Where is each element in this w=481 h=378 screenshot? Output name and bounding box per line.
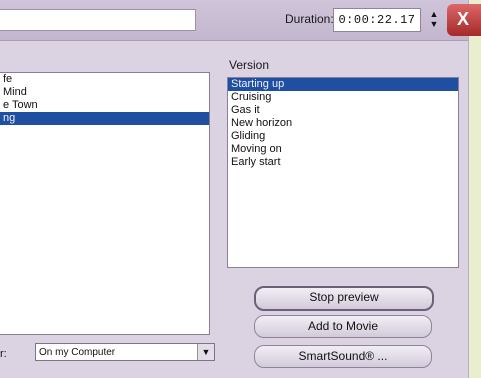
- source-select[interactable]: On my Computer ▼: [35, 343, 215, 361]
- version-list-item[interactable]: Gas it: [228, 104, 458, 117]
- smartsound-dialog: Duration: 0:00:22.17 ▲ ▼ fe Mind e Town ng…: [0, 0, 469, 378]
- spinner-down-icon[interactable]: ▼: [427, 19, 441, 29]
- music-list[interactable]: fe Mind e Town ng: [0, 72, 210, 335]
- duration-field[interactable]: 0:00:22.17: [333, 8, 421, 32]
- top-bar: Duration: 0:00:22.17 ▲ ▼: [0, 0, 468, 41]
- version-list-item[interactable]: New horizon: [228, 117, 458, 130]
- version-list-item[interactable]: Starting up: [228, 78, 458, 91]
- chevron-down-icon[interactable]: ▼: [197, 344, 214, 360]
- spinner-up-icon[interactable]: ▲: [427, 9, 441, 19]
- close-button[interactable]: X: [447, 4, 481, 36]
- version-list-item[interactable]: Early start: [228, 156, 458, 169]
- music-list-item[interactable]: e Town: [0, 99, 209, 112]
- music-list-item[interactable]: fe: [0, 73, 209, 86]
- music-list-item[interactable]: ng: [0, 112, 209, 125]
- version-list[interactable]: Starting up Cruising Gas it New horizon Glid…: [227, 77, 459, 268]
- version-label: Version: [229, 58, 270, 72]
- stop-preview-button[interactable]: Stop preview: [254, 286, 434, 311]
- version-list-item[interactable]: Moving on: [228, 143, 458, 156]
- version-list-item[interactable]: Gliding: [228, 130, 458, 143]
- music-list-item[interactable]: Mind: [0, 86, 209, 99]
- source-label: r:: [0, 348, 7, 360]
- add-to-movie-button[interactable]: Add to Movie: [254, 315, 432, 338]
- title-input[interactable]: [0, 9, 196, 31]
- version-list-item[interactable]: Cruising: [228, 91, 458, 104]
- duration-label: Duration:: [285, 12, 334, 26]
- smartsound-button[interactable]: SmartSound® ...: [254, 345, 432, 368]
- source-select-value: On my Computer: [39, 347, 116, 358]
- duration-spinner[interactable]: ▲ ▼: [427, 9, 441, 31]
